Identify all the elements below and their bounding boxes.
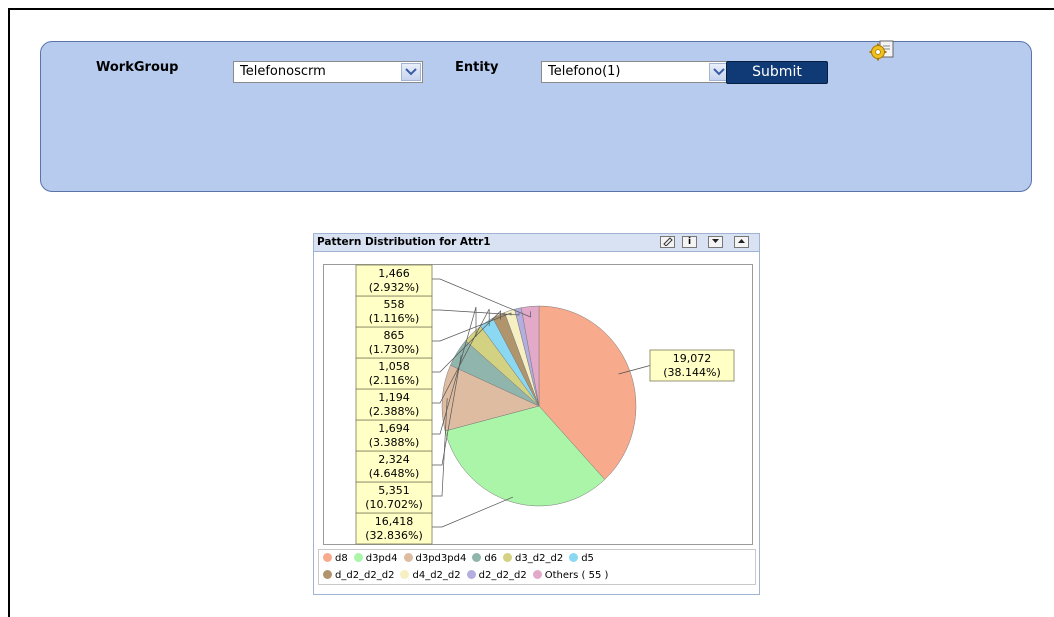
data-label-value: 865 — [384, 329, 405, 342]
data-label-percent: (3.388%) — [369, 436, 420, 449]
data-label-percent: (2.388%) — [369, 405, 420, 418]
data-label-value: 16,418 — [375, 515, 414, 528]
legend-item: d3pd4 — [353, 553, 398, 564]
legend-label: d3pd4 — [365, 553, 398, 564]
frame-left-border — [8, 8, 10, 617]
data-label-percent: (1.116%) — [369, 312, 420, 325]
chevron-down-icon[interactable] — [401, 63, 421, 81]
legend-swatch — [400, 570, 410, 579]
legend-label: d5 — [581, 553, 594, 564]
legend-swatch — [569, 553, 579, 562]
data-label-percent: (2.116%) — [369, 374, 420, 387]
workgroup-select-value: Telefonoscrm — [240, 64, 326, 79]
legend-item: d6 — [472, 553, 497, 564]
legend-swatch — [503, 553, 513, 562]
legend-swatch — [472, 553, 482, 562]
data-label-percent: (2.932%) — [369, 281, 420, 294]
legend-swatch — [353, 553, 363, 562]
data-label: 1,194(2.388%) — [355, 388, 433, 421]
legend-item: d4_d2_d2 — [400, 570, 461, 581]
legend-swatch — [532, 570, 542, 579]
data-label-value: 5,351 — [378, 484, 410, 497]
data-label-value: 1,058 — [378, 360, 410, 373]
legend-item: d_d2_d2_d2 — [323, 570, 394, 581]
legend-item: Others ( 55 ) — [532, 570, 609, 581]
legend-item: d8 — [323, 553, 348, 564]
pie-chart: 19,072(38.144%)16,418(32.836%)5,351(10.7… — [355, 264, 735, 545]
data-label-percent: (32.836%) — [365, 529, 423, 542]
data-label-value: 1,194 — [378, 391, 410, 404]
legend-label: d8 — [335, 553, 348, 564]
entity-select-value: Telefono(1) — [548, 64, 621, 79]
legend-label: d4_d2_d2 — [412, 570, 461, 581]
data-label: 1,058(2.116%) — [355, 357, 433, 390]
pattern-distribution-portlet: Pattern Distribution for Attr1 i 19,072(… — [313, 233, 760, 595]
legend-swatch — [466, 570, 476, 579]
workgroup-label: WorkGroup — [96, 60, 179, 75]
legend-item: d3_d2_d2 — [503, 553, 563, 564]
data-label-percent: (10.702%) — [365, 498, 423, 511]
legend-item: d2_d2_d2 — [466, 570, 527, 581]
submit-button[interactable]: Submit — [726, 61, 828, 84]
data-label-value: 2,324 — [378, 453, 410, 466]
data-label: 1,694(3.388%) — [355, 419, 433, 452]
legend-row: d8 d3pd4 d3pd3pd4 d6 d3_d2_d2 d5 — [323, 553, 600, 564]
data-label-percent: (38.144%) — [663, 366, 721, 379]
chart-legend: d8 d3pd4 d3pd3pd4 d6 d3_d2_d2 d5 d_d2_d2_d2 d4… — [318, 549, 756, 585]
gear-document-icon[interactable] — [866, 38, 896, 66]
legend-row: d_d2_d2_d2 d4_d2_d2 d2_d2_d2 Others ( 55 ) — [323, 570, 614, 581]
entity-label: Entity — [455, 60, 499, 75]
data-label-percent: (1.730%) — [369, 343, 420, 356]
data-label: 2,324(4.648%) — [355, 450, 433, 483]
data-label: 5,351(10.702%) — [355, 481, 433, 514]
legend-label: d3pd3pd4 — [415, 553, 467, 564]
legend-swatch — [403, 553, 413, 562]
data-label: 1,466(2.932%) — [355, 264, 433, 297]
data-label-value: 19,072 — [673, 352, 712, 365]
data-label: 19,072(38.144%) — [649, 349, 735, 382]
data-label-value: 1,694 — [378, 422, 410, 435]
legend-label: d3_d2_d2 — [515, 553, 564, 564]
data-label: 865(1.730%) — [355, 326, 433, 359]
legend-label: d_d2_d2_d2 — [335, 570, 395, 581]
entity-select[interactable]: Telefono(1) — [541, 61, 731, 83]
legend-item: d5 — [569, 553, 594, 564]
data-label: 16,418(32.836%) — [355, 512, 433, 545]
legend-label: d6 — [484, 553, 498, 564]
legend-swatch — [323, 570, 332, 579]
data-label-value: 558 — [384, 298, 405, 311]
frame-top-border — [8, 8, 1054, 10]
data-label-value: 1,466 — [378, 267, 410, 280]
legend-label: d2_d2_d2 — [478, 570, 527, 581]
data-label: 558(1.116%) — [355, 295, 433, 328]
legend-item: d3pd3pd4 — [403, 553, 467, 564]
data-label-percent: (4.648%) — [369, 467, 420, 480]
legend-swatch — [323, 553, 332, 562]
workgroup-select[interactable]: Telefonoscrm — [233, 61, 423, 83]
legend-label: Others ( 55 ) — [544, 570, 609, 581]
